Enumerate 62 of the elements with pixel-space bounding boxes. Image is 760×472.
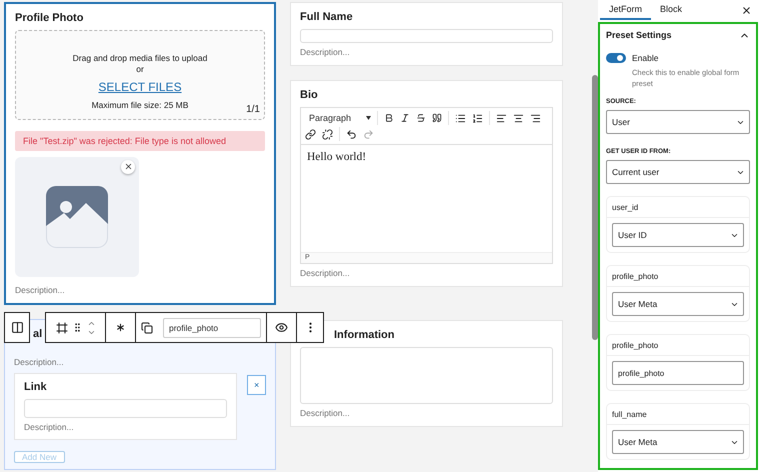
remove-file-button[interactable] bbox=[121, 160, 135, 174]
link-icon[interactable] bbox=[305, 128, 316, 140]
field-map-name: user_id bbox=[612, 203, 638, 212]
panel-title: Preset Settings bbox=[606, 30, 672, 40]
enable-toggle[interactable] bbox=[606, 53, 626, 63]
dropzone-instruction: Drag and drop media files to upload bbox=[72, 53, 208, 64]
editor-content[interactable]: Hello world! bbox=[301, 145, 552, 252]
undo-icon[interactable] bbox=[346, 128, 357, 140]
upload-dropzone[interactable]: Drag and drop media files to upload or SELECT FILES Maximum file size: 25 MB 1/1 bbox=[15, 30, 265, 120]
field-name-input[interactable]: profile_photo bbox=[163, 318, 261, 338]
unlink-icon[interactable] bbox=[322, 128, 333, 140]
dropzone-or: or bbox=[136, 64, 144, 75]
image-placeholder-icon bbox=[46, 186, 108, 248]
italic-icon[interactable] bbox=[400, 113, 410, 123]
field-description: Description... bbox=[300, 46, 350, 58]
field-label: Link bbox=[24, 380, 47, 394]
field-map-name: profile_photo bbox=[612, 272, 658, 281]
max-file-size: Maximum file size: 25 MB bbox=[92, 100, 188, 111]
sidebar-tab[interactable]: Block bbox=[651, 0, 692, 20]
field-map-select[interactable]: User Meta bbox=[612, 430, 744, 454]
select-files-link[interactable]: SELECT FILES bbox=[98, 80, 182, 94]
field-description: Description... bbox=[24, 421, 74, 433]
field-description: Description... bbox=[300, 407, 350, 419]
field-label: Information bbox=[334, 328, 394, 342]
quote-icon[interactable] bbox=[432, 113, 442, 123]
sidebar-tab[interactable]: JetForm bbox=[600, 0, 652, 20]
bullet-list-icon[interactable] bbox=[455, 112, 466, 124]
numbered-list-icon[interactable] bbox=[472, 112, 483, 124]
toggle-label: Enable bbox=[632, 52, 658, 64]
scrollbar[interactable] bbox=[592, 75, 598, 340]
caret-icon bbox=[366, 116, 371, 120]
field-map-select[interactable]: User Meta bbox=[612, 292, 744, 316]
eye-icon bbox=[275, 321, 288, 334]
field-map-input[interactable]: profile_photo bbox=[612, 361, 744, 385]
field-description: Description... bbox=[15, 284, 65, 296]
file-count: 1/1 bbox=[246, 104, 260, 115]
copy-icon[interactable] bbox=[141, 322, 153, 334]
close-icon[interactable] bbox=[741, 4, 752, 16]
asterisk-icon bbox=[114, 321, 127, 334]
field-description: Description... bbox=[14, 356, 64, 368]
link-input[interactable] bbox=[24, 399, 228, 418]
close-icon bbox=[124, 162, 132, 172]
format-select[interactable]: Paragraph bbox=[305, 113, 371, 123]
field-map-name: full_name bbox=[612, 410, 647, 419]
align-right-icon[interactable] bbox=[530, 112, 541, 124]
full-name-input[interactable] bbox=[300, 29, 553, 43]
field-label: Bio bbox=[300, 88, 318, 102]
field-description: Description... bbox=[300, 267, 350, 279]
field-label: Profile Photo bbox=[15, 11, 84, 25]
user-id-source-select[interactable]: Current user bbox=[606, 160, 750, 184]
field-label: Full Name bbox=[300, 10, 353, 24]
align-center-icon[interactable] bbox=[513, 112, 524, 124]
bold-icon[interactable] bbox=[384, 113, 394, 123]
columns-icon bbox=[10, 321, 24, 334]
strikethrough-icon[interactable] bbox=[416, 113, 426, 123]
field-map-name: profile_photo bbox=[612, 341, 658, 350]
field-label: al bbox=[33, 327, 42, 341]
align-left-icon[interactable] bbox=[496, 112, 507, 124]
error-message: File "Test.zip" was rejected: File type is not allowed bbox=[15, 130, 265, 151]
field-map-select[interactable]: User ID bbox=[612, 223, 744, 247]
source-select[interactable]: User bbox=[606, 110, 750, 134]
remove-item-button[interactable]: × bbox=[247, 375, 266, 395]
